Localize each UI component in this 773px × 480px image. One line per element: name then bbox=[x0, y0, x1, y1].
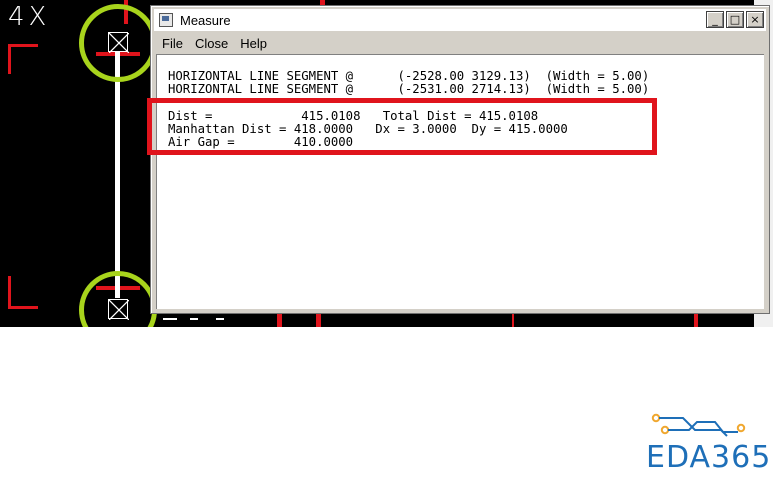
close-button[interactable]: × bbox=[746, 11, 764, 28]
logo-text: EDA365 bbox=[646, 440, 772, 475]
measure-dialog: Measure _ □ × File Close Help HORIZONTAL… bbox=[150, 5, 770, 314]
title-bar[interactable]: Measure _ □ × bbox=[154, 9, 766, 31]
maximize-button[interactable]: □ bbox=[726, 11, 744, 28]
menu-file[interactable]: File bbox=[154, 36, 187, 51]
cad-marking bbox=[216, 318, 224, 320]
trace-segment bbox=[316, 314, 321, 327]
menu-help[interactable]: Help bbox=[232, 36, 271, 51]
results-highlight-box bbox=[147, 98, 657, 155]
trace-corner bbox=[8, 44, 38, 47]
eda365-logo: EDA365 bbox=[645, 410, 770, 475]
measure-output[interactable]: HORIZONTAL LINE SEGMENT @ (-2528.00 3129… bbox=[156, 54, 764, 309]
annotation-ring-top bbox=[79, 4, 157, 82]
cad-marking bbox=[163, 318, 177, 320]
trace-segment bbox=[512, 314, 514, 327]
trace-segment bbox=[694, 314, 698, 327]
measure-line bbox=[115, 52, 120, 298]
segment-line-2: HORIZONTAL LINE SEGMENT @ (-2531.00 2714… bbox=[168, 82, 650, 96]
annotation-ring-bottom bbox=[79, 271, 157, 327]
trace-corner bbox=[8, 44, 11, 74]
window-title: Measure bbox=[180, 12, 231, 28]
minimize-button[interactable]: _ bbox=[706, 11, 724, 28]
window-controls: _ □ × bbox=[706, 11, 764, 28]
trace-corner bbox=[8, 276, 11, 309]
circuit-trace-icon bbox=[651, 413, 746, 437]
cad-label: 4X bbox=[8, 2, 51, 32]
trace-segment bbox=[277, 314, 282, 327]
cad-marking bbox=[190, 318, 198, 320]
menu-close[interactable]: Close bbox=[187, 36, 232, 51]
menu-bar: File Close Help bbox=[154, 33, 766, 53]
trace-corner bbox=[8, 306, 38, 309]
window-icon bbox=[159, 13, 173, 27]
